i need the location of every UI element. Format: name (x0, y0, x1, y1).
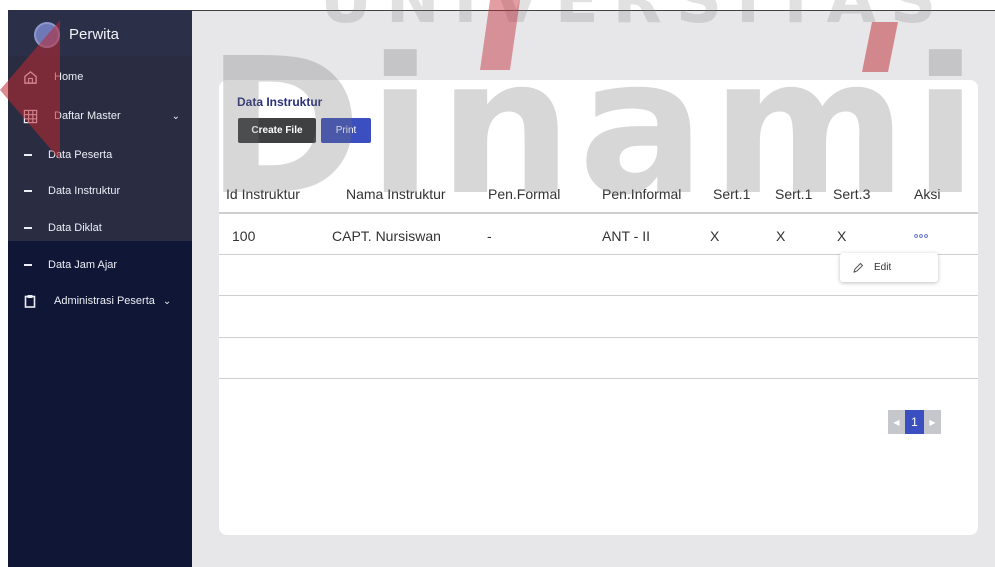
table-cell: X (776, 228, 786, 244)
sidebar-item-data-peserta[interactable]: Data Peserta (8, 140, 192, 170)
sidebar-item-label: Data Instruktur (48, 185, 121, 197)
column-header: Aksi (914, 186, 941, 202)
grid-icon (22, 108, 38, 124)
print-button[interactable]: Print (321, 118, 371, 143)
chevron-down-icon: ⌄ (162, 295, 172, 307)
sidebar-item-label: Data Diklat (48, 222, 102, 234)
sidebar-item-label: Home (54, 71, 84, 83)
sidebar-item-data-diklat[interactable]: Data Diklat (8, 213, 192, 243)
pagination: ◀ 1 ▶ (888, 410, 941, 434)
prev-page-button[interactable]: ◀ (888, 410, 905, 434)
dash-icon (24, 227, 32, 229)
current-page-button[interactable]: 1 (905, 410, 924, 434)
table-cell: X (837, 228, 847, 244)
dash-icon (24, 264, 32, 266)
home-icon (22, 69, 38, 85)
next-page-button[interactable]: ▶ (924, 410, 941, 434)
sidebar-item-label: Daftar Master (54, 110, 121, 122)
column-header: Sert.3 (833, 186, 871, 202)
logo (34, 22, 60, 48)
table-cell: CAPT. Nursiswan (332, 228, 441, 244)
table-cell: ANT - II (602, 228, 650, 244)
sidebar-item-administrasi-peserta[interactable]: Administrasi Peserta ⌄ (8, 286, 192, 316)
sidebar-item-label: Data Jam Ajar (48, 259, 118, 271)
action-menu: Edit (840, 253, 938, 282)
create-file-button[interactable]: Create File (238, 118, 316, 143)
sidebar-item-data-jam-ajar[interactable]: Data Jam Ajar (8, 250, 192, 280)
page-title: Data Instruktur (237, 95, 323, 109)
column-header: Pen.Formal (488, 186, 561, 202)
content-card: Data Instruktur Create File Print Id Ins… (219, 80, 978, 535)
column-header: Sert.1 (713, 186, 751, 202)
column-header: Id Instruktur (226, 186, 300, 202)
table-header: Id Instruktur Nama Instruktur Pen.Formal… (219, 174, 978, 214)
table-cell: 100 (232, 228, 256, 244)
sidebar-item-label: Data Peserta (48, 149, 113, 161)
row-divider (219, 295, 978, 296)
chevron-down-icon: ⌄ (171, 110, 180, 122)
sidebar-header: Perwita (8, 10, 192, 56)
more-dots-icon[interactable] (914, 228, 934, 242)
row-divider (219, 337, 978, 338)
sidebar-item-daftar-master[interactable]: Daftar Master ⌄ (8, 101, 192, 131)
sidebar: Perwita Home Daftar Master ⌄ Data Pesert… (8, 10, 192, 567)
sidebar-item-home[interactable]: Home (8, 62, 192, 92)
pencil-icon (852, 262, 864, 274)
dash-icon (24, 154, 32, 156)
table-cell: - (487, 228, 492, 244)
edit-menu-item[interactable]: Edit (874, 262, 891, 273)
row-divider (219, 378, 978, 379)
column-header: Pen.Informal (602, 186, 682, 202)
clipboard-icon (22, 293, 38, 309)
sidebar-item-data-instruktur[interactable]: Data Instruktur (8, 176, 192, 206)
column-header: Sert.1 (775, 186, 813, 202)
brand-name: Perwita (69, 26, 120, 43)
column-header: Nama Instruktur (346, 186, 446, 202)
dash-icon (24, 190, 32, 192)
sidebar-item-label: Administrasi Peserta (54, 295, 155, 307)
table-cell: X (710, 228, 720, 244)
